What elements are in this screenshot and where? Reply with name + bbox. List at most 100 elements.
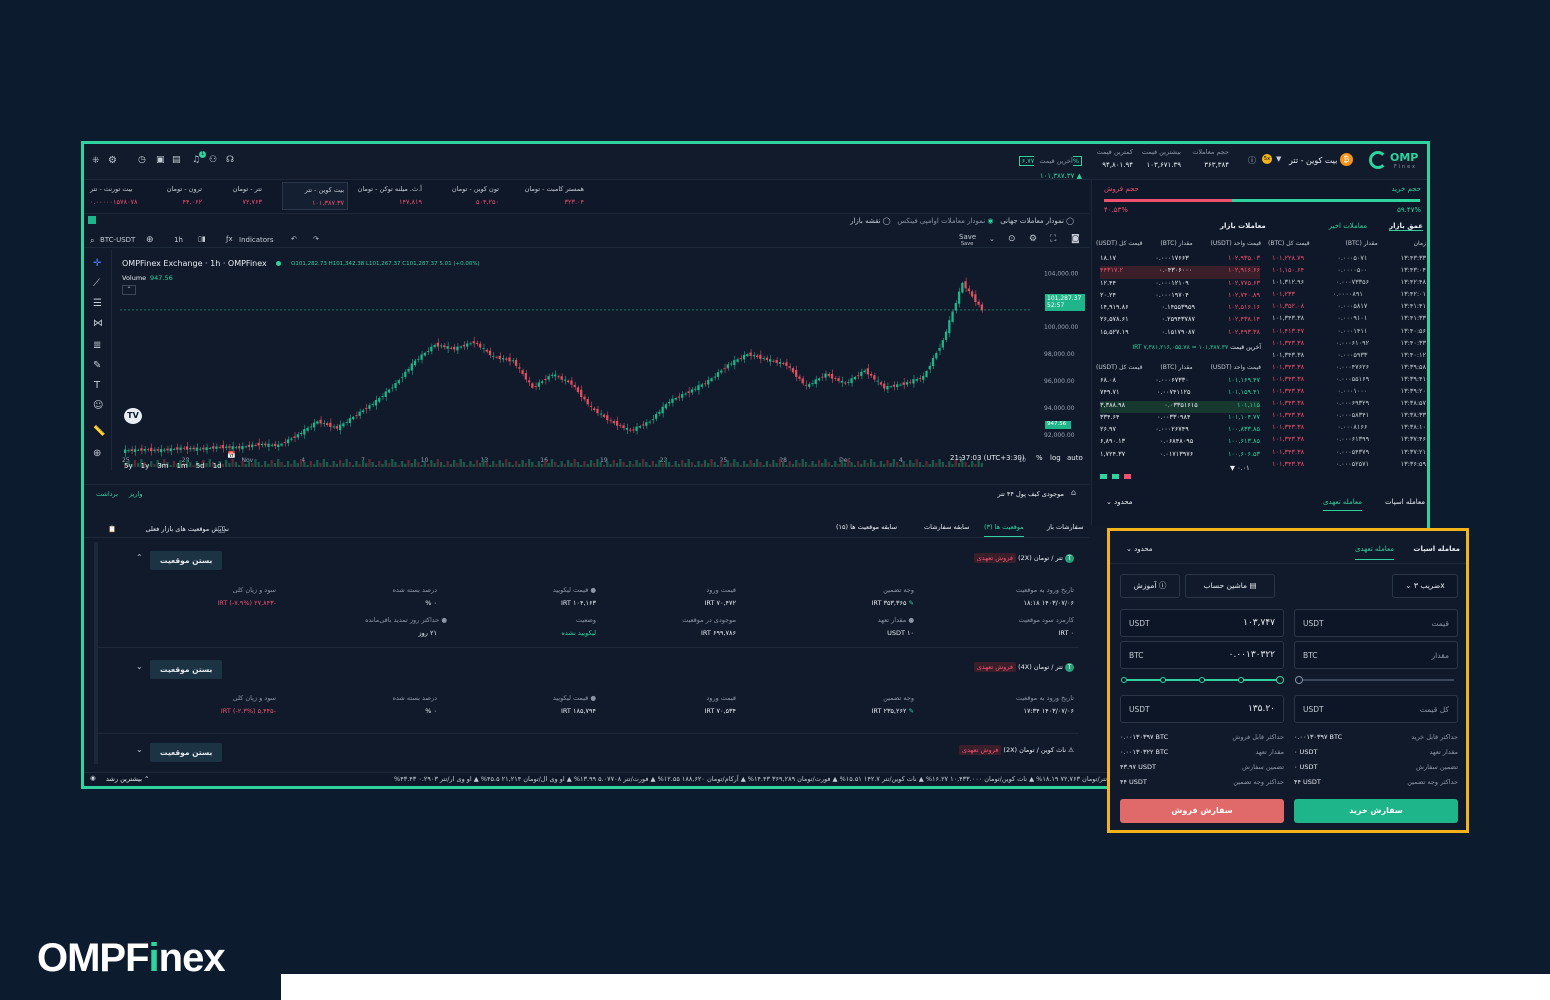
multiplier-dropdown[interactable]: ⌄ ضریب ۳x <box>1392 574 1458 598</box>
range-button-1m[interactable]: 1m <box>177 462 188 470</box>
radio-global[interactable]: ◯ نمودار معاملات جهانی <box>1000 217 1074 225</box>
tutorial-button[interactable]: آموزش ⓘ <box>1120 574 1180 598</box>
tab-position-history[interactable]: سابقه موقعیت ها (۱۵) <box>836 523 897 531</box>
view-both-icon[interactable] <box>1100 474 1107 479</box>
candles-icon[interactable]: ▯▮ <box>198 235 206 243</box>
step-selector[interactable]: ▼ ۰.۰۱ <box>1230 464 1250 472</box>
indicators-button[interactable]: Indicators <box>239 236 274 244</box>
orderbook-row[interactable]: ۱۰۱,۱۰۴.۷۷ ۰.۰۰۳۳۰۹۸۴ ۳۳۴.۶۴ <box>1100 413 1260 425</box>
slider-handle[interactable] <box>1276 676 1284 684</box>
deposit-link[interactable]: واریز <box>129 490 142 498</box>
document-icon[interactable]: ▤ <box>172 155 181 165</box>
plus-circle-icon[interactable]: ⊕ <box>146 235 154 245</box>
brush-icon[interactable]: ✎ <box>93 360 101 371</box>
price-chart[interactable]: 104,000.00102,000.00100,000.0098,000.009… <box>112 250 1082 470</box>
radio-ompfinex[interactable]: ◉ نمودار معاملات اوامپی فینکس <box>897 217 993 225</box>
orderbook-row[interactable]: ۱۰۱,۱۵۹.۴۱ ۰.۰۰۷۴۱۱۲۵ ۷۴۹.۷۱ <box>1100 388 1260 400</box>
pair-selector[interactable]: بیت کوین - تتر <box>1289 156 1337 165</box>
edit-icon[interactable]: ✎ <box>909 599 914 607</box>
withdraw-link[interactable]: برداشت <box>96 490 118 498</box>
slider-step[interactable] <box>1160 677 1166 683</box>
close-position-button[interactable]: بستن موقعیت <box>150 743 223 762</box>
undo-icon[interactable]: ↶ <box>291 235 297 243</box>
range-button-5d[interactable]: 5d <box>196 462 205 470</box>
orderbook-row[interactable]: ۱۰۲,۷۷۵.۶۳ ۰.۰۰۰۱۲۱۰۹ ۱۲.۴۴ <box>1100 279 1260 291</box>
tab-recent-trades[interactable]: معاملات اخیر <box>1329 222 1367 230</box>
save-button[interactable]: Save <box>959 233 976 241</box>
sell-amount-slider[interactable] <box>1121 676 1284 684</box>
tab-market-trades[interactable]: معاملات بازار <box>1220 222 1266 230</box>
orderbook-row[interactable]: ۱۰۱,۱۶۹.۴۷ ۰.۰۰۰۶۷۳۳۰ ۶۸.۰۸ <box>1100 376 1260 388</box>
tab-order-history[interactable]: سابقه سفارشات <box>924 523 969 531</box>
orderbook-row[interactable]: ۱۰۲,۹۳۵.۰۳ ۰.۰۰۰۱۷۶۶۳ ۱۸.۱۷ <box>1100 254 1260 266</box>
info-icon[interactable]: ● <box>908 616 914 624</box>
fullscreen-icon[interactable]: ⛶ <box>1050 234 1056 244</box>
percent-scale-toggle[interactable]: % <box>1036 454 1043 462</box>
tab-margin[interactable]: معامله تعهدی <box>1322 498 1362 511</box>
chevron-up-icon[interactable]: ⌃ <box>136 553 143 562</box>
ticker-item[interactable]: همستر کامبت - تومان ۳۲۳.۰۴ <box>524 185 584 206</box>
home-icon[interactable]: ⌂ <box>1071 488 1076 497</box>
slider-step[interactable] <box>1238 677 1244 683</box>
clock-icon[interactable]: ◷ <box>138 155 146 165</box>
clipboard-icon[interactable]: 📋 <box>108 525 116 533</box>
buy-amount-slider[interactable] <box>1295 676 1454 684</box>
date-range-icon[interactable]: 📅 <box>227 451 236 459</box>
ticker-item[interactable]: آ.ث. میلنه توکن - تومان ۱۴۷,۸۱۹ <box>352 185 422 206</box>
orderbook-row[interactable]: ۱۰۲,۴۹۳.۳۸ ۰.۱۵۱۷۹۰۸۷ ۱۵,۵۲۷.۱۹ <box>1100 328 1260 340</box>
close-position-button[interactable]: بستن موقعیت <box>150 551 223 570</box>
view-bids-icon[interactable] <box>1112 474 1120 479</box>
close-position-button[interactable]: بستن موقعیت <box>150 660 223 679</box>
log-scale-toggle[interactable]: log <box>1050 454 1061 462</box>
order-type-dropdown[interactable]: ⌄ محدود <box>1126 545 1153 553</box>
ticker-item[interactable]: تتر - تومان ۷۲,۷۶۳ <box>214 185 262 206</box>
view-asks-icon[interactable] <box>1124 474 1132 479</box>
range-button-5y[interactable]: 5y <box>124 462 133 470</box>
buy-amount-input[interactable]: BTC مقدار <box>1294 641 1458 669</box>
slider-step[interactable] <box>1199 677 1205 683</box>
tab-open-orders[interactable]: سفارشات باز <box>1047 523 1083 531</box>
range-button-1d[interactable]: 1d <box>213 462 222 470</box>
order-type-dropdown[interactable]: ⌄ محدود <box>1106 498 1133 506</box>
tab-spot[interactable]: معامله اسپات <box>1413 545 1460 553</box>
orderbook-row[interactable]: ۱۰۲,۵۱۶.۱۶ ۰.۱۴۵۵۳۹۵۹ ۱۴,۹۱۹.۸۶ <box>1100 303 1260 315</box>
zoom-icon[interactable]: ⊙ <box>1008 234 1016 244</box>
sell-total-input[interactable]: USDT ۱۳۵.۲۰ <box>1120 695 1284 723</box>
grid-icon[interactable]: ⁜ <box>92 156 100 166</box>
orderbook-row[interactable]: ۱۰۰,۶۰۶.۵۳ ۰.۰۱۷۱۳۹۷۶ ۱,۷۲۴.۳۷ <box>1100 450 1260 462</box>
eye-icon[interactable]: ◉ <box>90 774 96 782</box>
tab-positions[interactable]: موقعیت ها (۳) <box>984 523 1024 537</box>
ticker-item-selected[interactable]: بیت کوین - تتر ۱۰۱,۳۸۷.۳۷ <box>282 182 348 210</box>
edit-icon[interactable]: ✎ <box>909 707 914 715</box>
text-icon[interactable]: T <box>94 380 100 391</box>
orderbook-row[interactable]: ۱۰۲,۹۱۶.۶۶ ۰.۰۴۳۰۶۰۰۰ ۴۴۳۱۷.۲ <box>1100 266 1260 279</box>
gear-icon[interactable]: ⚙ <box>108 155 117 166</box>
redo-icon[interactable]: ↷ <box>313 235 319 243</box>
ticker-item[interactable]: تون کوین - تومان ۵۰۴,۲۵۰ <box>439 185 499 206</box>
interval-button[interactable]: 1h <box>174 236 183 244</box>
tab-margin[interactable]: معامله تعهدی <box>1354 545 1394 560</box>
chevron-down-icon[interactable]: ⌄ <box>136 745 143 754</box>
more-growth-button[interactable]: ⌃ بیشترین رشد <box>106 775 149 783</box>
orderbook-row[interactable]: ۱۰۲,۴۳۸.۱۴ ۰.۲۵۹۴۳۷۸۷ ۲۶,۵۷۸.۶۱ <box>1100 315 1260 327</box>
wallet-icon[interactable]: ▣ <box>156 155 165 165</box>
ticker-item[interactable]: بیت تورنت - تتر ۰.۰۰۰۰۰۱۵۷۸۰۷۸ <box>90 185 150 206</box>
auto-scale-toggle[interactable]: auto <box>1067 454 1083 462</box>
sell-amount-input[interactable]: BTC ۰.۰۰۱۳۰۳۲۲ <box>1120 641 1284 669</box>
range-button-1y[interactable]: 1y <box>141 462 150 470</box>
info-icon[interactable]: ● <box>441 616 447 624</box>
symbol-search[interactable]: BTC-USDT <box>100 236 135 244</box>
fib-icon[interactable]: ☰ <box>93 298 102 309</box>
range-button-3m[interactable]: 3m <box>157 462 168 470</box>
buy-total-input[interactable]: USDT کل قیمت <box>1294 695 1458 723</box>
pattern-icon[interactable]: ⋈ <box>93 318 103 329</box>
chevron-down-icon[interactable]: ⌄ <box>136 662 143 671</box>
buy-price-input[interactable]: USDT قیمت <box>1294 609 1458 637</box>
layout-toggle-icon[interactable] <box>88 216 96 224</box>
support-icon[interactable]: ☊ <box>226 155 234 165</box>
info-icon[interactable]: ⓘ <box>1248 155 1256 166</box>
show-current-market-checkbox[interactable] <box>218 526 225 533</box>
camera-icon[interactable]: ◙ <box>1071 234 1080 244</box>
tab-spot[interactable]: معامله اسپات <box>1385 498 1425 506</box>
measure-icon[interactable]: ≣ <box>93 340 101 351</box>
